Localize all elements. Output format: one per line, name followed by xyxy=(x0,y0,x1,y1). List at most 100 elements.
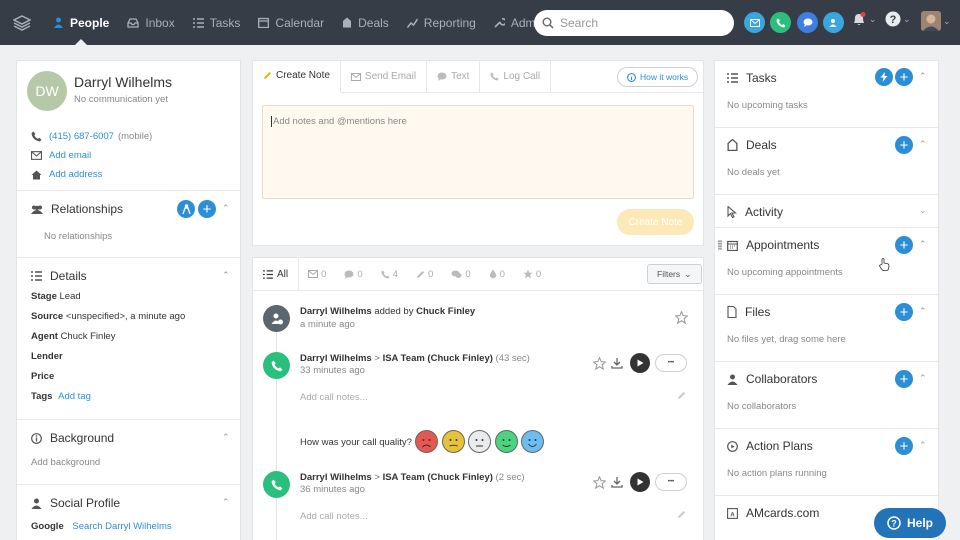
detail-agent[interactable]: Agent Chuck Finley xyxy=(31,331,115,342)
nav-inbox[interactable]: Inbox xyxy=(118,0,183,45)
add-email-link[interactable]: Add email xyxy=(49,150,91,161)
nav-people[interactable]: People xyxy=(44,0,118,45)
call-more-button[interactable]: ••• xyxy=(655,473,687,491)
add-address-row[interactable]: Add address xyxy=(31,169,102,180)
detail-stage[interactable]: Stage Lead xyxy=(31,291,81,302)
detail-lender[interactable]: Lender xyxy=(31,351,63,362)
filter-notes[interactable]: 0 xyxy=(407,258,442,291)
play-button[interactable] xyxy=(630,472,650,492)
nav-calendar[interactable]: Calendar xyxy=(249,0,333,45)
social-collapse-icon[interactable]: ⌃ xyxy=(222,497,230,508)
appointments-title[interactable]: Appointments xyxy=(727,238,819,252)
details-collapse-icon[interactable]: ⌃ xyxy=(222,270,230,281)
social-title[interactable]: Social Profile xyxy=(31,496,120,510)
logo-icon[interactable] xyxy=(0,0,44,45)
add-task-button[interactable]: + xyxy=(895,68,913,86)
appointments-collapse-icon[interactable]: ⌃ xyxy=(919,239,927,250)
background-title[interactable]: Background xyxy=(31,431,114,445)
bell-icon[interactable]: ⌄ xyxy=(851,11,877,27)
play-button[interactable] xyxy=(630,353,650,373)
tasks-title[interactable]: Tasks xyxy=(727,71,777,85)
star-icon[interactable] xyxy=(593,357,606,370)
user-avatar[interactable]: ⌄ xyxy=(921,11,951,31)
how-it-works-button[interactable]: How it works xyxy=(617,67,699,87)
contact-phone[interactable]: (415) 687-6007 xyxy=(49,131,114,142)
contact-phone-row[interactable]: (415) 687-6007 (mobile) xyxy=(31,131,152,142)
filter-all[interactable]: All xyxy=(253,257,300,291)
filters-button[interactable]: Filters ⌄ xyxy=(647,264,702,284)
filter-calls[interactable]: 4 xyxy=(372,258,407,291)
star-icon[interactable] xyxy=(593,476,606,489)
files-title[interactable]: Files xyxy=(727,305,770,319)
relationships-collapse-icon[interactable]: ⌃ xyxy=(222,203,230,214)
chat-icon[interactable] xyxy=(797,12,818,33)
add-collaborator-button[interactable]: + xyxy=(895,370,913,388)
add-relationship-button[interactable]: + xyxy=(198,200,216,218)
tasks-collapse-icon[interactable]: ⌃ xyxy=(919,71,927,82)
add-email-row[interactable]: Add email xyxy=(31,150,91,161)
star-icon[interactable] xyxy=(675,311,688,324)
google-search-link[interactable]: Search Darryl Wilhelms xyxy=(72,521,171,532)
nav-deals[interactable]: Deals xyxy=(333,0,398,45)
add-tag-link[interactable]: Add tag xyxy=(58,391,91,402)
deals-collapse-icon[interactable]: ⌃ xyxy=(919,139,927,150)
nav-reporting[interactable]: Reporting xyxy=(398,0,485,45)
add-file-button[interactable]: + xyxy=(895,303,913,321)
files-collapse-icon[interactable]: ⌃ xyxy=(919,306,927,317)
filter-email[interactable]: 0 xyxy=(299,258,335,291)
assign-icon[interactable] xyxy=(823,12,844,33)
deals-title[interactable]: Deals xyxy=(727,138,777,152)
detail-source[interactable]: Source <unspecified>, a minute ago xyxy=(31,311,185,322)
amcards-title[interactable]: A AMcards.com xyxy=(727,506,819,520)
action-plans-title[interactable]: Action Plans xyxy=(727,439,813,453)
call-notes-input[interactable]: Add call notes... xyxy=(300,511,368,522)
download-icon[interactable] xyxy=(611,476,623,488)
feed-item-contact-name[interactable]: Darryl Wilhelms xyxy=(300,306,372,317)
help-button[interactable]: ? Help xyxy=(874,508,946,538)
help-circle-icon[interactable]: ? ⌄ xyxy=(885,11,911,27)
email-icon[interactable] xyxy=(744,12,765,33)
pencil-icon[interactable] xyxy=(677,391,686,400)
relationship-link-button[interactable] xyxy=(177,200,195,218)
filter-text[interactable]: 0 xyxy=(335,258,371,291)
action-plans-collapse-icon[interactable]: ⌃ xyxy=(919,440,927,451)
collaborators-collapse-icon[interactable]: ⌃ xyxy=(919,373,927,384)
search-input[interactable]: Search xyxy=(534,10,734,36)
pencil-icon[interactable] xyxy=(677,510,686,519)
tab-text[interactable]: Text xyxy=(427,60,481,93)
filter-starred[interactable]: 0 xyxy=(514,258,550,291)
details-title[interactable]: Details xyxy=(31,269,87,283)
create-note-button[interactable]: Create Note xyxy=(617,209,694,235)
drag-handle-icon[interactable] xyxy=(718,240,722,250)
call-team-name[interactable]: ISA Team (Chuck Finley) xyxy=(383,472,493,483)
note-textarea[interactable]: Add notes and @mentions here xyxy=(262,105,694,199)
call-notes-input[interactable]: Add call notes... xyxy=(300,392,368,403)
download-icon[interactable] xyxy=(611,357,623,369)
relationships-title[interactable]: Relationships xyxy=(31,202,123,216)
background-input[interactable]: Add background xyxy=(31,457,100,468)
call-more-button[interactable]: ••• xyxy=(655,354,687,372)
filter-drip[interactable]: 0 xyxy=(480,258,514,291)
contact-name[interactable]: Darryl Wilhelms xyxy=(74,74,172,90)
collaborators-title[interactable]: Collaborators xyxy=(727,372,817,386)
activity-title[interactable]: Activity xyxy=(727,205,783,219)
call-team-name[interactable]: ISA Team (Chuck Finley) xyxy=(383,353,493,364)
detail-price[interactable]: Price xyxy=(31,371,54,382)
add-deal-button[interactable]: + xyxy=(895,136,913,154)
phone-icon[interactable] xyxy=(770,12,791,33)
background-collapse-icon[interactable]: ⌃ xyxy=(222,432,230,443)
nav-tasks[interactable]: Tasks xyxy=(184,0,250,45)
call-contact-name[interactable]: Darryl Wilhelms xyxy=(300,472,372,483)
detail-tags[interactable]: Tags Add tag xyxy=(31,391,91,402)
call-contact-name[interactable]: Darryl Wilhelms xyxy=(300,353,372,364)
add-appointment-button[interactable]: + xyxy=(895,236,913,254)
filter-messages[interactable]: 0 xyxy=(442,258,479,291)
tab-log-call[interactable]: Log Call xyxy=(480,60,552,93)
activity-expand-icon[interactable]: ⌄ xyxy=(919,205,927,216)
tab-create-note[interactable]: Create Note xyxy=(253,60,341,93)
add-address-link[interactable]: Add address xyxy=(49,169,102,180)
tab-send-email[interactable]: Send Email xyxy=(341,60,428,93)
task-automation-button[interactable] xyxy=(875,68,893,86)
add-action-plan-button[interactable]: + xyxy=(895,437,913,455)
feed-item-agent-name[interactable]: Chuck Finley xyxy=(416,306,475,317)
